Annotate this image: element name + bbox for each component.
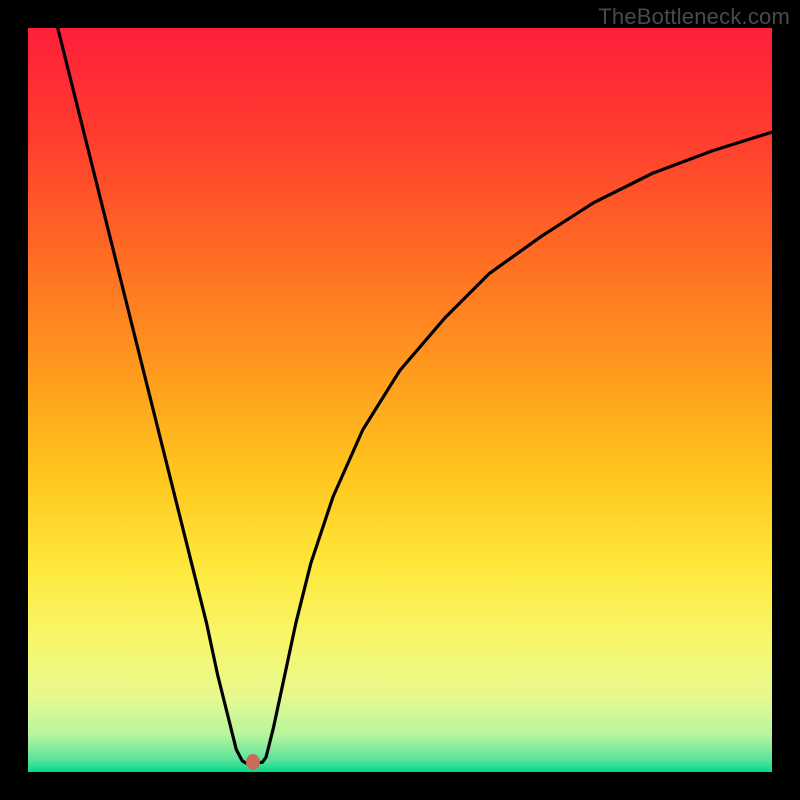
curve-layer [28, 28, 772, 772]
plot-area [28, 28, 772, 772]
chart-frame: TheBottleneck.com [0, 0, 800, 800]
watermark-text: TheBottleneck.com [598, 4, 790, 30]
optimal-point-marker [246, 754, 260, 770]
bottleneck-curve-path [58, 28, 772, 763]
